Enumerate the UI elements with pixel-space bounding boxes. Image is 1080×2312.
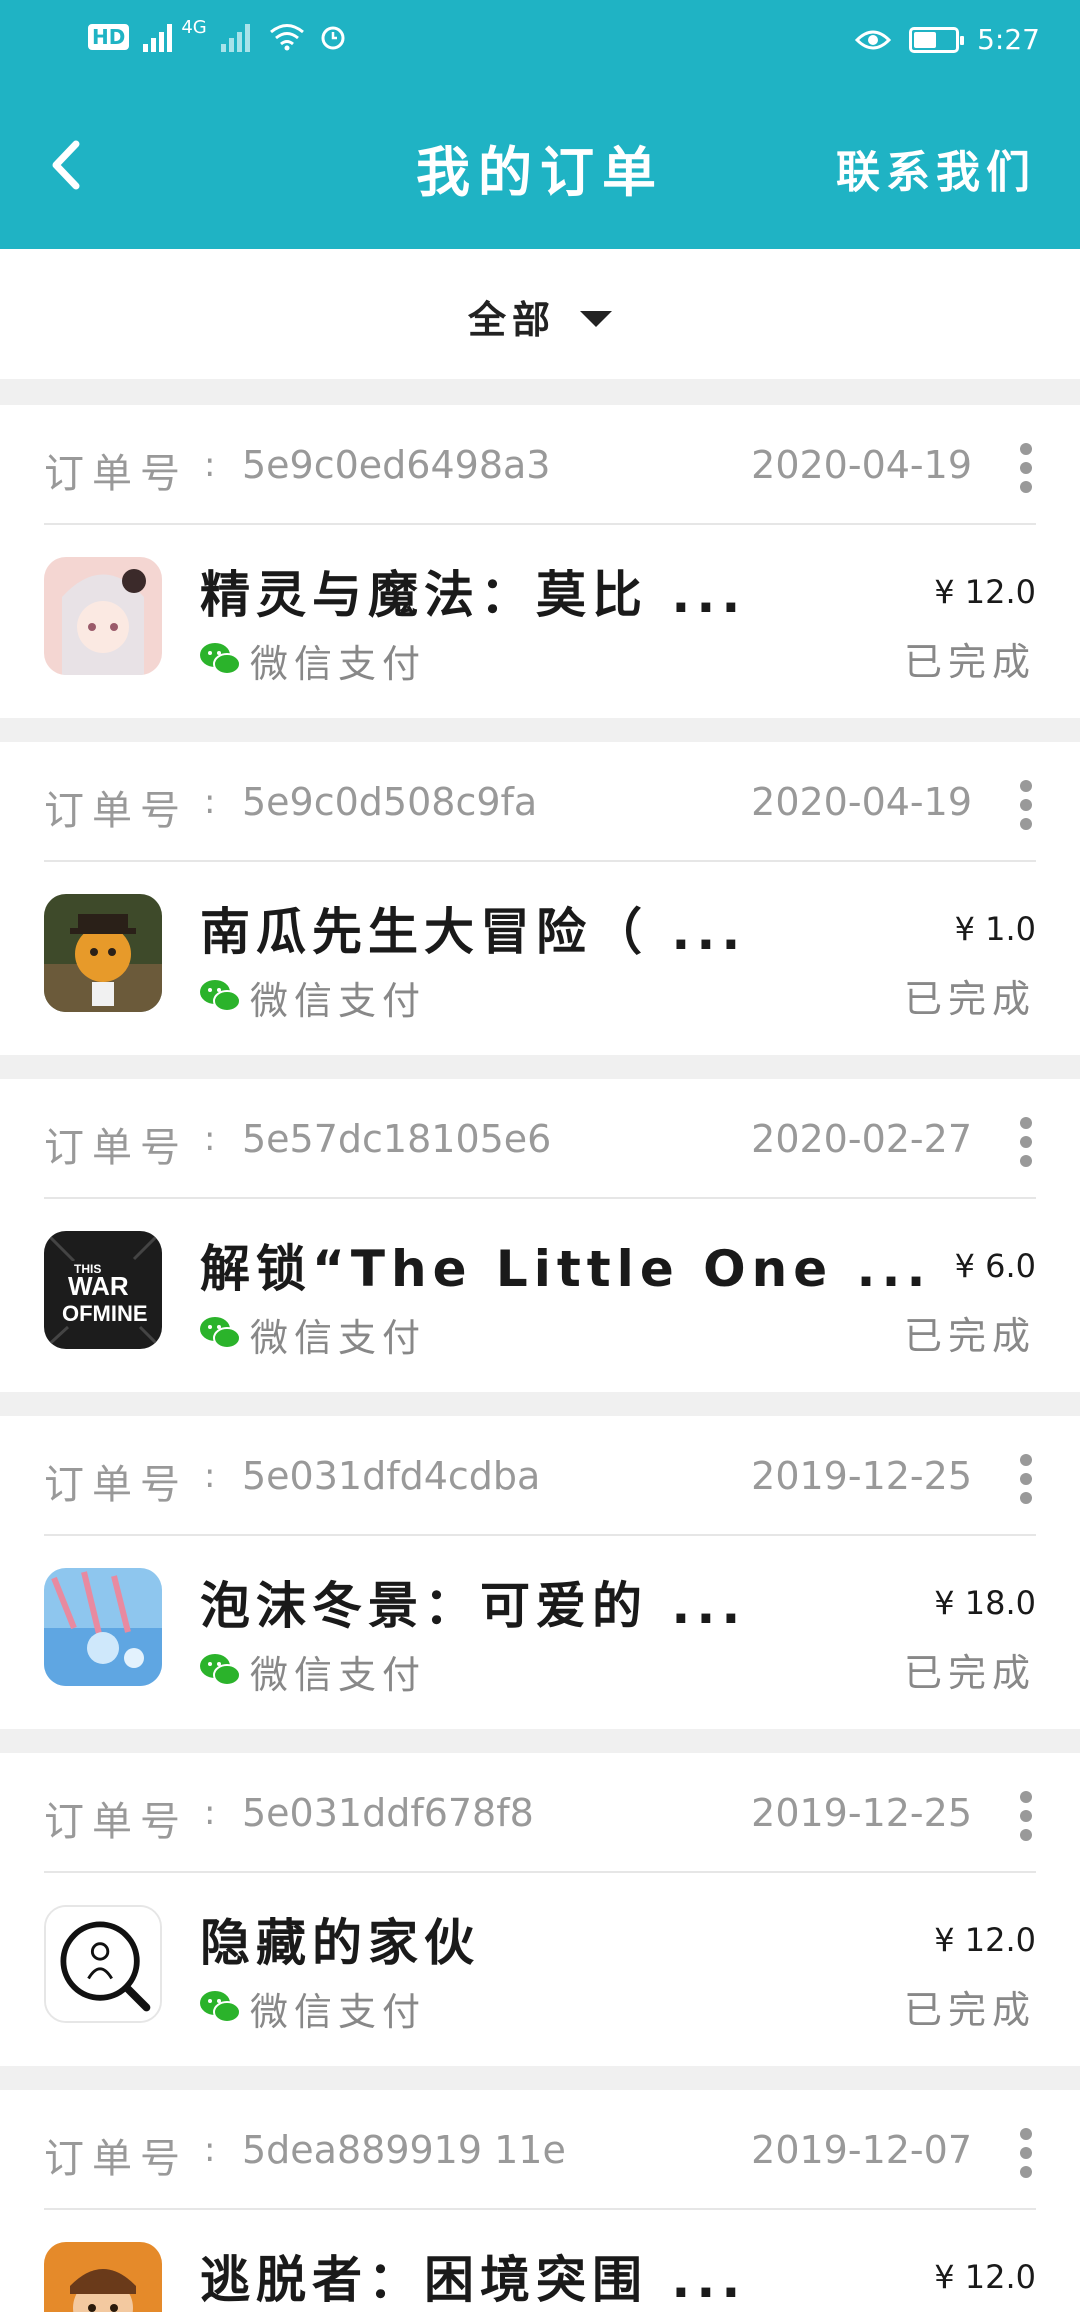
order-date: 2019-12-07 xyxy=(751,2128,972,2172)
svg-text:WAR: WAR xyxy=(68,1271,129,1301)
order-status: 已完成 xyxy=(903,1651,1036,1695)
order-date: 2019-12-25 xyxy=(751,1791,972,1835)
order-number: 5e031ddf678f8 xyxy=(242,1791,534,1835)
order-card[interactable]: 订单号 : 5e031dfd4cdba 2019-12-25 泡沫冬景：可爱的 … xyxy=(0,1416,1080,1729)
order-status: 已完成 xyxy=(903,640,1036,684)
order-header: 订单号 : 5e031ddf678f8 2019-12-25 xyxy=(44,1753,1036,1873)
order-number-separator: : xyxy=(204,1456,216,1496)
product-title: 隐藏的家伙 xyxy=(200,1914,480,1972)
filter-dropdown[interactable]: 全部 xyxy=(0,289,1080,344)
wifi-icon xyxy=(269,24,304,51)
order-header: 订单号 : 5dea889919 11e 2019-12-07 xyxy=(44,2090,1036,2210)
hd-badge: HD xyxy=(88,24,130,50)
order-number-label: 订单号 xyxy=(44,788,188,834)
app-icon: THIS WAR OFMINE xyxy=(44,1231,162,1349)
app-icon xyxy=(44,557,162,675)
app-icon xyxy=(44,1905,162,2023)
product-title: 精灵与魔法：莫比 ... xyxy=(200,566,747,624)
more-options-icon[interactable] xyxy=(1016,443,1036,493)
price: ¥ 1.0 xyxy=(954,910,1036,948)
order-header: 订单号 : 5e9c0d508c9fa 2020-04-19 xyxy=(44,742,1036,862)
order-number: 5e9c0d508c9fa xyxy=(242,780,538,824)
order-number-label: 订单号 xyxy=(44,1462,188,1508)
order-card[interactable]: 订单号 : 5e9c0d508c9fa 2020-04-19 南瓜先生大冒险（ … xyxy=(0,742,1080,1055)
order-date: 2020-04-19 xyxy=(751,780,972,824)
order-card[interactable]: 订单号 : 5dea889919 11e 2019-12-07 逃脱者：困境突围… xyxy=(0,2090,1080,2312)
status-right: 5:27 xyxy=(855,22,1040,58)
battery-icon xyxy=(909,27,965,53)
status-bar: HD 4G 5:27 xyxy=(0,0,1080,80)
payment-method: 微信支付 xyxy=(250,979,427,1023)
more-options-icon[interactable] xyxy=(1016,1117,1036,1167)
order-number-separator: : xyxy=(204,1119,216,1159)
order-number-separator: : xyxy=(204,445,216,485)
order-number-label: 订单号 xyxy=(44,1799,188,1845)
order-date: 2019-12-25 xyxy=(751,1454,972,1498)
order-number: 5e9c0ed6498a3 xyxy=(242,443,551,487)
product-title: 南瓜先生大冒险（ ... xyxy=(200,903,747,961)
filter-bar: 全部 xyxy=(0,249,1080,379)
order-status: 已完成 xyxy=(903,1314,1036,1358)
eye-comfort-icon xyxy=(855,30,892,50)
product-title: 泡沫冬景：可爱的 ... xyxy=(200,1577,747,1635)
price: ¥ 12.0 xyxy=(934,1921,1036,1959)
wechat-pay-icon xyxy=(200,980,241,1012)
order-number: 5e031dfd4cdba xyxy=(242,1454,541,1498)
price: ¥ 6.0 xyxy=(954,1247,1036,1285)
order-number-separator: : xyxy=(204,2130,216,2170)
payment-method: 微信支付 xyxy=(250,1653,427,1697)
payment-method: 微信支付 xyxy=(250,1990,427,2034)
order-number-separator: : xyxy=(204,782,216,822)
wechat-pay-icon xyxy=(200,1654,241,1686)
signal-2-icon xyxy=(220,24,250,52)
order-date: 2020-02-27 xyxy=(751,1117,972,1161)
order-number-label: 订单号 xyxy=(44,451,188,497)
app-icon xyxy=(44,1568,162,1686)
order-header: 订单号 : 5e57dc18105e6 2020-02-27 xyxy=(44,1079,1036,1199)
network-type: 4G xyxy=(181,17,207,38)
filter-label: 全部 xyxy=(467,298,556,342)
price: ¥ 12.0 xyxy=(934,2258,1036,2296)
order-number: 5dea889919 11e xyxy=(242,2128,566,2172)
more-options-icon[interactable] xyxy=(1016,2128,1036,2178)
price: ¥ 12.0 xyxy=(934,573,1036,611)
wechat-pay-icon xyxy=(200,1317,241,1349)
order-card[interactable]: 订单号 : 5e9c0ed6498a3 2020-04-19 精灵与魔法：莫比 … xyxy=(0,405,1080,718)
more-options-icon[interactable] xyxy=(1016,1454,1036,1504)
order-status: 已完成 xyxy=(903,1988,1036,2032)
payment-method: 微信支付 xyxy=(250,642,427,686)
app-header: HD 4G 5:27 我的订单 联系我们 xyxy=(0,0,1080,249)
app-icon xyxy=(44,894,162,1012)
caret-down-icon xyxy=(580,310,612,327)
order-status: 已完成 xyxy=(903,977,1036,1021)
clock: 5:27 xyxy=(977,23,1040,56)
signal-icon xyxy=(143,24,173,52)
more-options-icon[interactable] xyxy=(1016,1791,1036,1841)
order-number-label: 订单号 xyxy=(44,2136,188,2182)
alarm-icon xyxy=(321,26,345,50)
wechat-pay-icon xyxy=(200,643,241,675)
more-options-icon[interactable] xyxy=(1016,780,1036,830)
status-left: HD 4G xyxy=(88,17,347,52)
wechat-pay-icon xyxy=(200,1991,241,2023)
order-header: 订单号 : 5e9c0ed6498a3 2020-04-19 xyxy=(44,405,1036,525)
order-date: 2020-04-19 xyxy=(751,443,972,487)
order-card[interactable]: 订单号 : 5e57dc18105e6 2020-02-27 THIS WAR … xyxy=(0,1079,1080,1392)
order-card[interactable]: 订单号 : 5e031ddf678f8 2019-12-25 隐藏的家伙 微信支… xyxy=(0,1753,1080,2066)
order-number-separator: : xyxy=(204,1793,216,1833)
payment-method: 微信支付 xyxy=(250,1316,427,1360)
product-title: 解锁“The Little One ... xyxy=(200,1240,932,1298)
order-number: 5e57dc18105e6 xyxy=(242,1117,552,1161)
app-icon xyxy=(44,2242,162,2312)
order-header: 订单号 : 5e031dfd4cdba 2019-12-25 xyxy=(44,1416,1036,1536)
price: ¥ 18.0 xyxy=(934,1584,1036,1622)
order-number-label: 订单号 xyxy=(44,1125,188,1171)
svg-text:OFMINE: OFMINE xyxy=(62,1301,148,1326)
contact-us-button[interactable]: 联系我们 xyxy=(836,136,1036,200)
product-title: 逃脱者：困境突围 ... xyxy=(200,2251,747,2309)
